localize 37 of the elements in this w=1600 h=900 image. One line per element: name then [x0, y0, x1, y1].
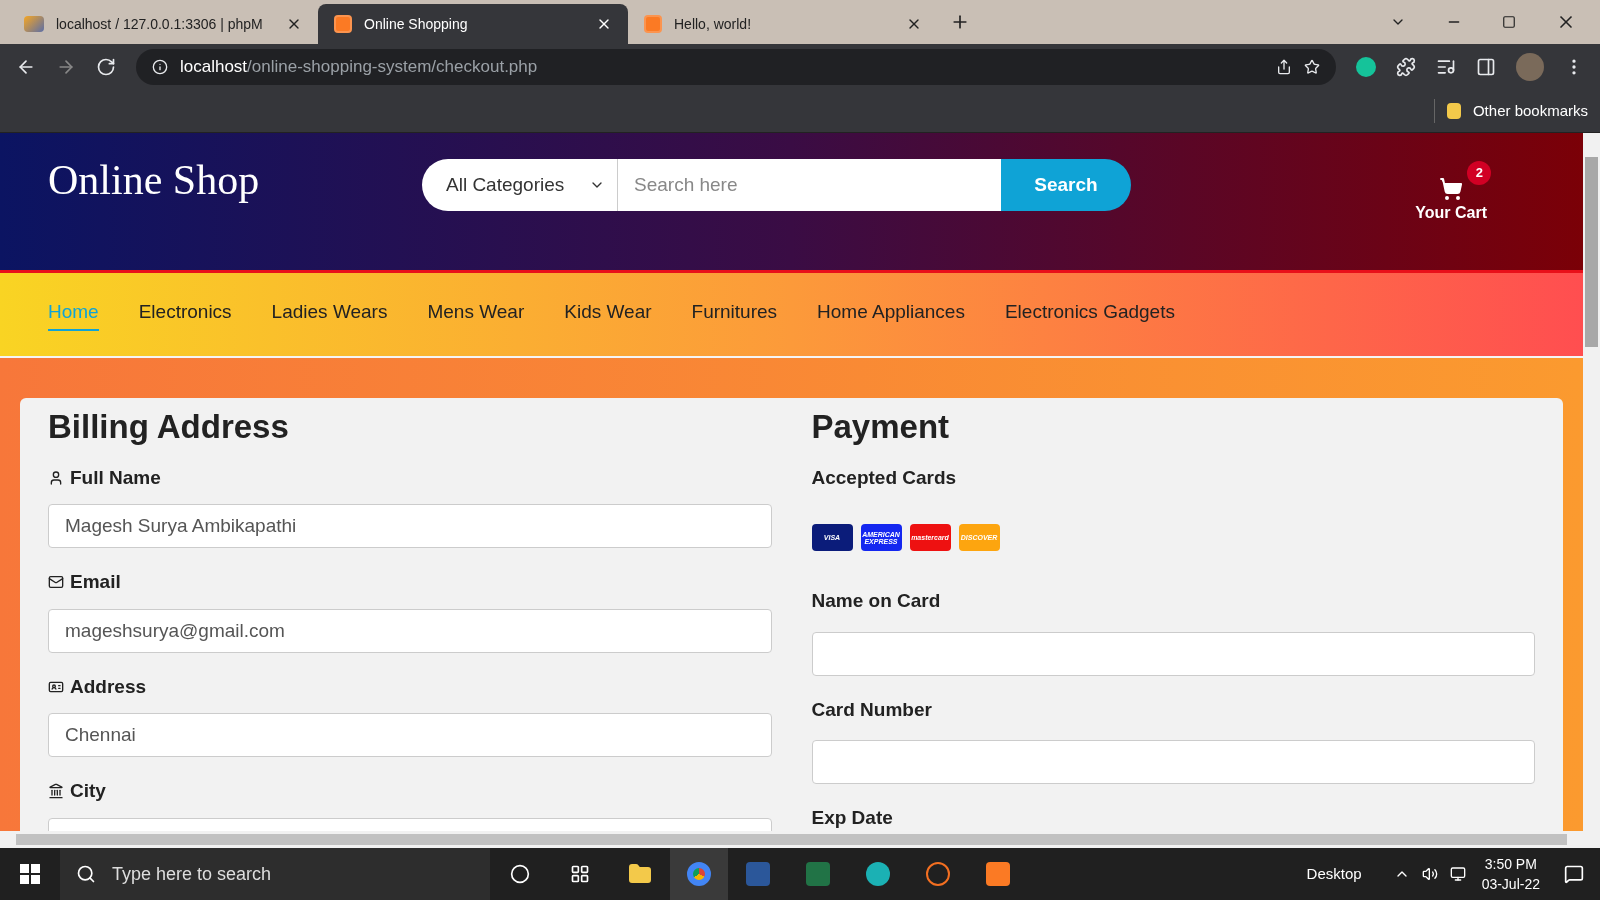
input-field[interactable]: Magesh Surya Ambikapathi [48, 504, 772, 548]
taskbar-search-field[interactable]: Type here to search [60, 848, 490, 900]
section-heading: Payment [811, 407, 951, 447]
clock[interactable]: 3:50 PM 03-Jul-22 [1481, 854, 1540, 894]
cart-count-badge: 2 [1467, 161, 1492, 185]
cart-link[interactable]: Your Cart [1415, 201, 1487, 225]
field-label: Full Name [70, 465, 161, 490]
browser-tab[interactable]: localhost / 127.0.0.1:3306 | phpM [8, 4, 318, 44]
nav-link[interactable]: Furnitures [691, 298, 778, 331]
site-logo[interactable]: Online Shop [48, 149, 422, 212]
search-field[interactable]: Search here [618, 159, 1001, 211]
tab-title: localhost / 127.0.0.1:3306 | phpM [56, 14, 264, 34]
nav-link[interactable]: Kids Wear [564, 298, 652, 331]
field-label: Card Number [811, 697, 933, 722]
nav-link[interactable]: Home Appliances [817, 298, 965, 331]
field-label: Exp Date [811, 806, 894, 830]
nav-link[interactable]: Mens Wear [427, 298, 525, 331]
field-label: City [70, 779, 106, 803]
field-label: Address [70, 674, 147, 699]
input-field[interactable]: Chennai [48, 713, 772, 757]
nav-link[interactable]: Ladies Wears [271, 298, 388, 331]
field-label: Email [70, 570, 121, 594]
nav-link[interactable]: Electronics [138, 298, 232, 331]
section-heading: Billing Address [48, 407, 290, 447]
bookmark-folder[interactable]: Other bookmarks [1472, 99, 1588, 123]
desktop-toolbar[interactable]: Desktop [1306, 862, 1362, 886]
category-select[interactable]: All Categories [422, 159, 618, 211]
field-label: Name on Card [811, 589, 942, 613]
input-field[interactable]: mageshsurya@gmail.com [48, 608, 772, 653]
tab-title: Hello, world! [674, 14, 753, 34]
field-label: Accepted Cards [811, 465, 958, 490]
browser-tab[interactable]: Hello, world! [628, 4, 938, 44]
nav-link[interactable]: Electronics Gadgets [1004, 298, 1175, 331]
url-text: localhost/online-shopping-system/checkout.php [180, 56, 539, 79]
browser-tab[interactable]: Online Shopping [318, 4, 628, 44]
tab-title: Online Shopping [364, 14, 469, 34]
address-bar[interactable]: localhost/online-shopping-system/checkout.php [136, 49, 1336, 85]
